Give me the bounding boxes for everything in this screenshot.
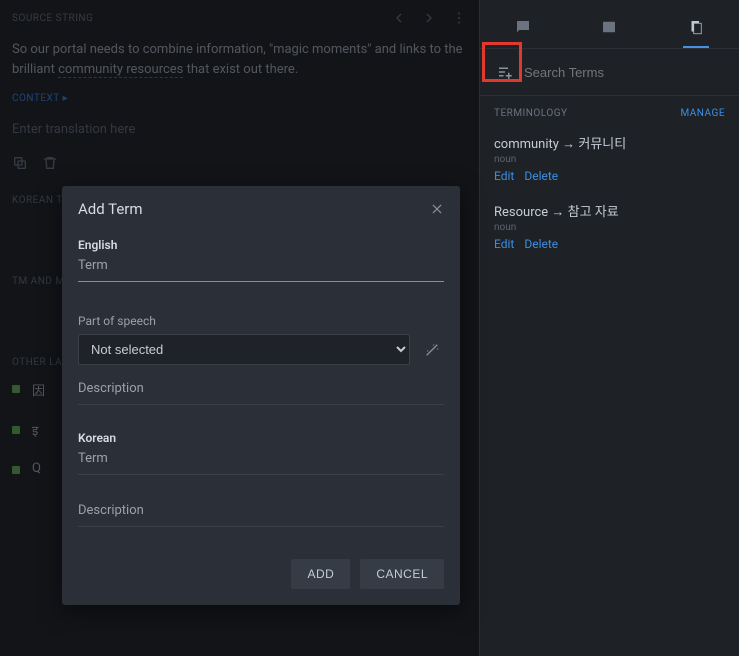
delete-link[interactable]: Delete [524,237,558,251]
edit-link[interactable]: Edit [494,237,514,251]
context-link[interactable]: CONTEXT ▸ [12,93,467,104]
cancel-button[interactable]: CANCEL [360,559,444,589]
add-button[interactable]: ADD [291,559,350,589]
english-term-input[interactable]: Term [78,252,444,282]
source-string-label: SOURCE STRING [12,13,93,24]
highlight-box [482,42,522,82]
tab-terminology[interactable] [683,10,709,48]
next-string-icon[interactable] [421,10,437,26]
korean-desc-input[interactable]: Description [78,497,444,527]
close-icon[interactable] [430,202,444,216]
korean-label: Korean [78,431,444,445]
prev-string-icon[interactable] [391,10,407,26]
english-desc-input[interactable]: Description [78,375,444,405]
korean-term-input[interactable]: Term [78,445,444,475]
source-text: So our portal needs to combine informati… [12,40,467,79]
copy-icon[interactable] [12,155,28,171]
english-label: English [78,238,444,252]
wand-icon[interactable] [420,338,444,362]
terminology-label: TERMINOLOGY [494,108,568,119]
modal-title: Add Term [78,200,143,218]
term-entry: Resource → 참고 자료 noun EditDelete [480,193,739,261]
delete-icon[interactable] [42,155,58,171]
delete-link[interactable]: Delete [524,169,558,183]
edit-link[interactable]: Edit [494,169,514,183]
more-icon[interactable] [451,10,467,26]
term-entry: community → 커뮤니티 noun EditDelete [480,125,739,193]
search-input[interactable] [520,59,729,86]
pos-label: Part of speech [78,314,444,328]
tab-tm[interactable] [596,10,622,48]
translation-input[interactable]: Enter translation here [12,122,467,137]
pos-select[interactable]: Not selected [78,334,410,365]
manage-link[interactable]: MANAGE [680,108,725,119]
add-term-modal: Add Term English Term Part of speech Not… [62,186,460,605]
